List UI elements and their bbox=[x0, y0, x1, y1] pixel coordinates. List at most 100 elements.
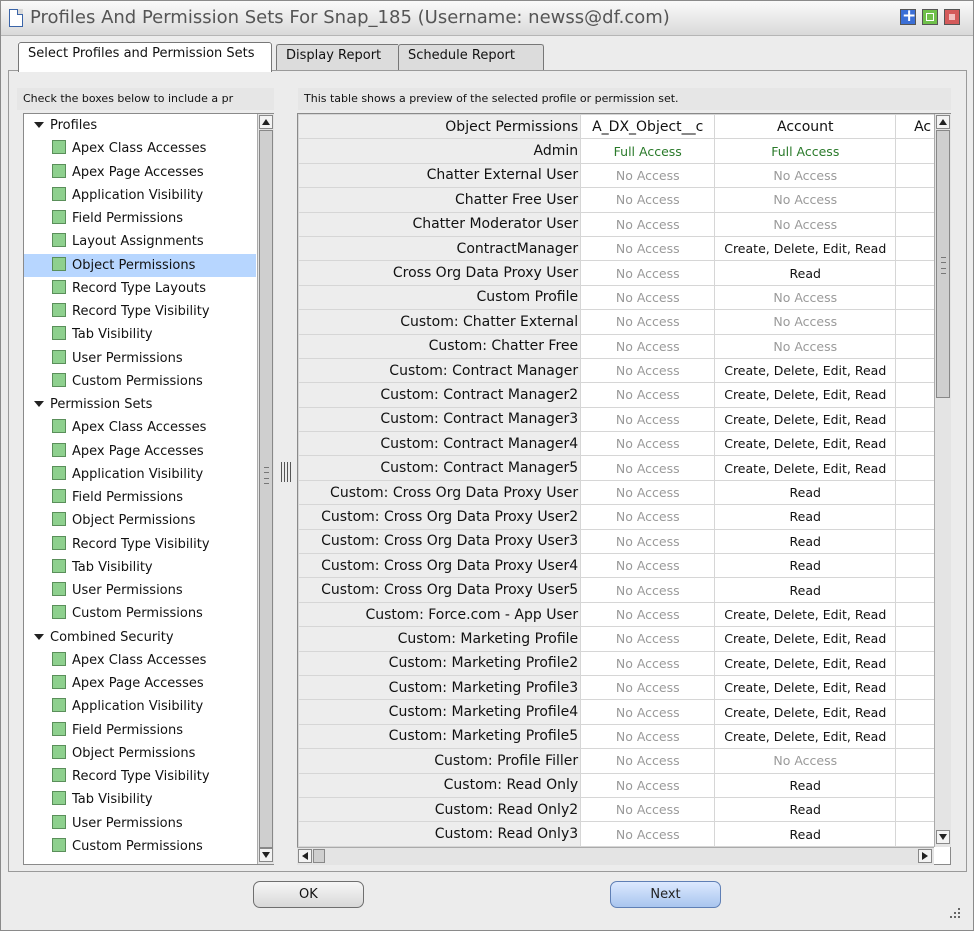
permission-cell: No Access bbox=[714, 748, 897, 774]
ok-button[interactable]: OK bbox=[253, 881, 364, 908]
checkbox-icon[interactable] bbox=[52, 419, 66, 434]
split-pane-handle[interactable] bbox=[279, 462, 293, 482]
checkbox-icon[interactable] bbox=[52, 698, 66, 713]
checkbox-icon[interactable] bbox=[52, 163, 66, 178]
tree-item[interactable]: Record Type Visibility bbox=[24, 533, 256, 556]
tree-item[interactable]: Custom Permissions bbox=[24, 370, 256, 393]
tree-item[interactable]: Object Permissions bbox=[24, 742, 256, 765]
checkbox-icon[interactable] bbox=[52, 605, 66, 620]
tab-display-report[interactable]: Display Report bbox=[276, 44, 402, 70]
tree-item[interactable]: Record Type Visibility bbox=[24, 765, 256, 788]
tree-item[interactable]: Apex Class Accesses bbox=[24, 649, 256, 672]
table-row: Custom: Cross Org Data Proxy User3 No Acc… bbox=[298, 528, 950, 555]
tree-item[interactable]: Apex Page Accesses bbox=[24, 440, 256, 463]
checkbox-icon[interactable] bbox=[52, 744, 66, 759]
checkbox-icon[interactable] bbox=[52, 675, 66, 689]
tree-scrollbar[interactable] bbox=[257, 114, 274, 864]
checkbox-icon[interactable] bbox=[52, 837, 66, 852]
tab-schedule-report[interactable]: Schedule Report bbox=[398, 44, 544, 70]
tree-item[interactable]: Tab Visibility bbox=[24, 556, 256, 579]
checkbox-icon[interactable] bbox=[52, 186, 66, 201]
checkbox-icon[interactable] bbox=[52, 814, 66, 829]
permission-tree[interactable]: Profiles Apex Class Accesses Apex Page Acc… bbox=[23, 113, 274, 865]
tab-select-profiles[interactable]: Select Profiles and Permission Sets bbox=[18, 42, 272, 72]
checkbox-icon[interactable] bbox=[52, 210, 66, 224]
column-header[interactable]: Object Permissions bbox=[298, 114, 582, 140]
checkbox-icon[interactable] bbox=[52, 489, 66, 503]
checkbox-icon[interactable] bbox=[52, 303, 66, 317]
tree-item[interactable]: User Permissions bbox=[24, 812, 256, 835]
checkbox-icon[interactable] bbox=[52, 442, 66, 457]
checkbox-icon[interactable] bbox=[52, 721, 66, 736]
close-icon[interactable] bbox=[944, 9, 960, 25]
tree-item[interactable]: Apex Class Accesses bbox=[24, 416, 256, 439]
tree-group[interactable]: Profiles bbox=[24, 114, 97, 137]
tree-item[interactable]: Layout Assignments bbox=[24, 230, 256, 253]
tree-item[interactable]: Custom Permissions bbox=[24, 835, 256, 858]
scroll-left-icon[interactable] bbox=[298, 849, 312, 863]
checkbox-icon[interactable] bbox=[52, 372, 66, 387]
checkbox-icon[interactable] bbox=[52, 558, 66, 573]
tree-scroll-thumb[interactable] bbox=[259, 130, 273, 848]
tree-item[interactable]: Tab Visibility bbox=[24, 323, 256, 346]
scroll-right-icon[interactable] bbox=[918, 849, 932, 863]
tree-item[interactable]: Field Permissions bbox=[24, 207, 256, 230]
checkbox-icon[interactable] bbox=[52, 256, 66, 271]
checkbox-icon[interactable] bbox=[52, 465, 66, 480]
expand-triangle-icon[interactable] bbox=[34, 633, 44, 640]
tree-item[interactable]: Object Permissions bbox=[24, 509, 256, 532]
checkbox-icon[interactable] bbox=[52, 233, 66, 248]
checkbox-icon[interactable] bbox=[52, 140, 66, 155]
table-horizontal-scrollbar[interactable] bbox=[297, 847, 934, 865]
checkbox-icon[interactable] bbox=[52, 535, 66, 550]
tab-bar: Select Profiles and Permission Sets Disp… bbox=[8, 42, 966, 72]
tree-item[interactable]: Record Type Layouts bbox=[24, 277, 256, 300]
checkbox-icon[interactable] bbox=[52, 349, 66, 364]
expand-triangle-icon[interactable] bbox=[34, 122, 44, 128]
tree-item[interactable]: Apex Page Accesses bbox=[24, 672, 256, 695]
tree-item[interactable]: Tab Visibility bbox=[24, 788, 256, 811]
next-button[interactable]: Next bbox=[610, 881, 721, 908]
checkbox-icon[interactable] bbox=[52, 279, 66, 294]
tree-item[interactable]: Custom Permissions bbox=[24, 602, 256, 625]
scroll-down-icon[interactable] bbox=[259, 848, 273, 862]
permission-cell: Create, Delete, Edit, Read bbox=[714, 699, 897, 725]
tree-item[interactable]: User Permissions bbox=[24, 347, 256, 370]
tree-item[interactable]: Application Visibility bbox=[24, 184, 256, 207]
table-row: Custom: Chatter Free No Access No Access bbox=[298, 333, 950, 359]
resize-grip-icon[interactable] bbox=[950, 906, 962, 918]
expand-triangle-icon[interactable] bbox=[34, 401, 44, 407]
tree-item[interactable]: Apex Page Accesses bbox=[24, 161, 256, 184]
title-bar[interactable]: Profiles And Permission Sets For Snap_18… bbox=[1, 1, 973, 36]
checkbox-icon[interactable] bbox=[52, 651, 66, 666]
row-name-cell: Admin bbox=[298, 138, 582, 164]
tree-group[interactable]: Combined Security bbox=[24, 626, 174, 649]
tree-item[interactable]: Apex Class Accesses bbox=[24, 137, 256, 160]
tree-item[interactable]: Record Type Visibility bbox=[24, 300, 256, 323]
tree-item[interactable]: Field Permissions bbox=[24, 719, 256, 742]
checkbox-icon[interactable] bbox=[52, 768, 66, 782]
tree-item[interactable]: User Permissions bbox=[24, 579, 256, 602]
tree-item[interactable]: Object Permissions bbox=[24, 253, 256, 277]
checkbox-icon[interactable] bbox=[52, 326, 66, 341]
scroll-up-icon[interactable] bbox=[259, 115, 273, 129]
tree-item-label: Custom Permissions bbox=[72, 373, 203, 389]
column-header[interactable]: A_DX_Object__c bbox=[580, 114, 716, 140]
tree-item[interactable]: Field Permissions bbox=[24, 486, 256, 509]
table-hscroll-thumb[interactable] bbox=[313, 849, 325, 863]
table-vertical-scrollbar[interactable] bbox=[934, 114, 951, 847]
maximize-icon[interactable] bbox=[922, 9, 938, 25]
checkbox-icon[interactable] bbox=[52, 512, 66, 527]
checkbox-icon[interactable] bbox=[52, 791, 66, 806]
permission-cell: Create, Delete, Edit, Read bbox=[714, 674, 897, 701]
add-window-icon[interactable] bbox=[900, 6, 916, 26]
checkbox-icon[interactable] bbox=[52, 582, 66, 596]
tree-item[interactable]: Application Visibility bbox=[24, 463, 256, 486]
column-header[interactable]: Account bbox=[714, 114, 897, 140]
scroll-down-icon[interactable] bbox=[936, 830, 950, 844]
tree-group[interactable]: Permission Sets bbox=[24, 393, 152, 416]
table-scroll-thumb[interactable] bbox=[936, 130, 950, 398]
scroll-up-icon[interactable] bbox=[936, 115, 950, 129]
tree-item[interactable]: Application Visibility bbox=[24, 695, 256, 718]
row-name-cell: Custom: Marketing Profile3 bbox=[298, 674, 582, 701]
